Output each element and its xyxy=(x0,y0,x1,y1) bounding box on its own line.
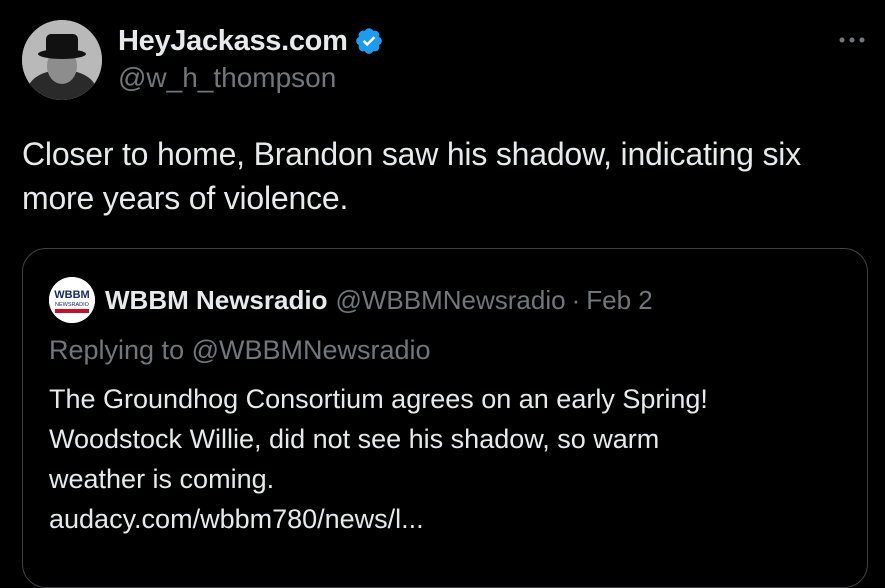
quoted-body-line: weather is coming. xyxy=(49,464,275,494)
replying-to-label: Replying to xyxy=(49,335,185,365)
quoted-author-avatar[interactable]: WBBM NEWSRADIO xyxy=(49,277,95,323)
replying-to: Replying to @WBBMNewsradio xyxy=(49,335,431,366)
quoted-display-name[interactable]: WBBM Newsradio xyxy=(105,285,327,316)
tweet-card: HeyJackass.com @w_h_thompson Closer to h… xyxy=(0,0,885,588)
quoted-body-line: The Groundhog Consortium agrees on an ea… xyxy=(49,384,708,414)
quoted-link[interactable]: audacy.com/wbbm780/news/l... xyxy=(49,499,849,539)
replying-to-handle[interactable]: @WBBMNewsradio xyxy=(192,335,431,365)
more-horizontal-icon[interactable] xyxy=(837,26,867,46)
quoted-tweet[interactable]: WBBM NEWSRADIO WBBM Newsradio @WBBMNewsr… xyxy=(22,248,868,588)
quoted-separator: · xyxy=(571,284,581,315)
verified-badge-icon[interactable] xyxy=(354,26,384,56)
author-display-name[interactable]: HeyJackass.com xyxy=(118,25,348,58)
quoted-handle[interactable]: @WBBMNewsradio xyxy=(335,285,565,316)
quoted-avatar-text-1: WBBM xyxy=(54,289,89,301)
author-name-row: HeyJackass.com xyxy=(118,22,384,60)
quoted-date[interactable]: Feb 2 xyxy=(586,285,653,316)
quoted-avatar-text-2: NEWSRADIO xyxy=(55,302,90,308)
tweet-text: Closer to home, Brandon saw his shadow, … xyxy=(22,136,801,216)
author-handle[interactable]: @w_h_thompson xyxy=(118,62,336,94)
quoted-tweet-body: The Groundhog Consortium agrees on an ea… xyxy=(49,379,849,539)
author-avatar[interactable] xyxy=(22,20,102,100)
quoted-tweet-header: WBBM NEWSRADIO WBBM Newsradio @WBBMNewsr… xyxy=(49,277,653,323)
quoted-body-line: Woodstock Willie, did not see his shadow… xyxy=(49,424,660,454)
